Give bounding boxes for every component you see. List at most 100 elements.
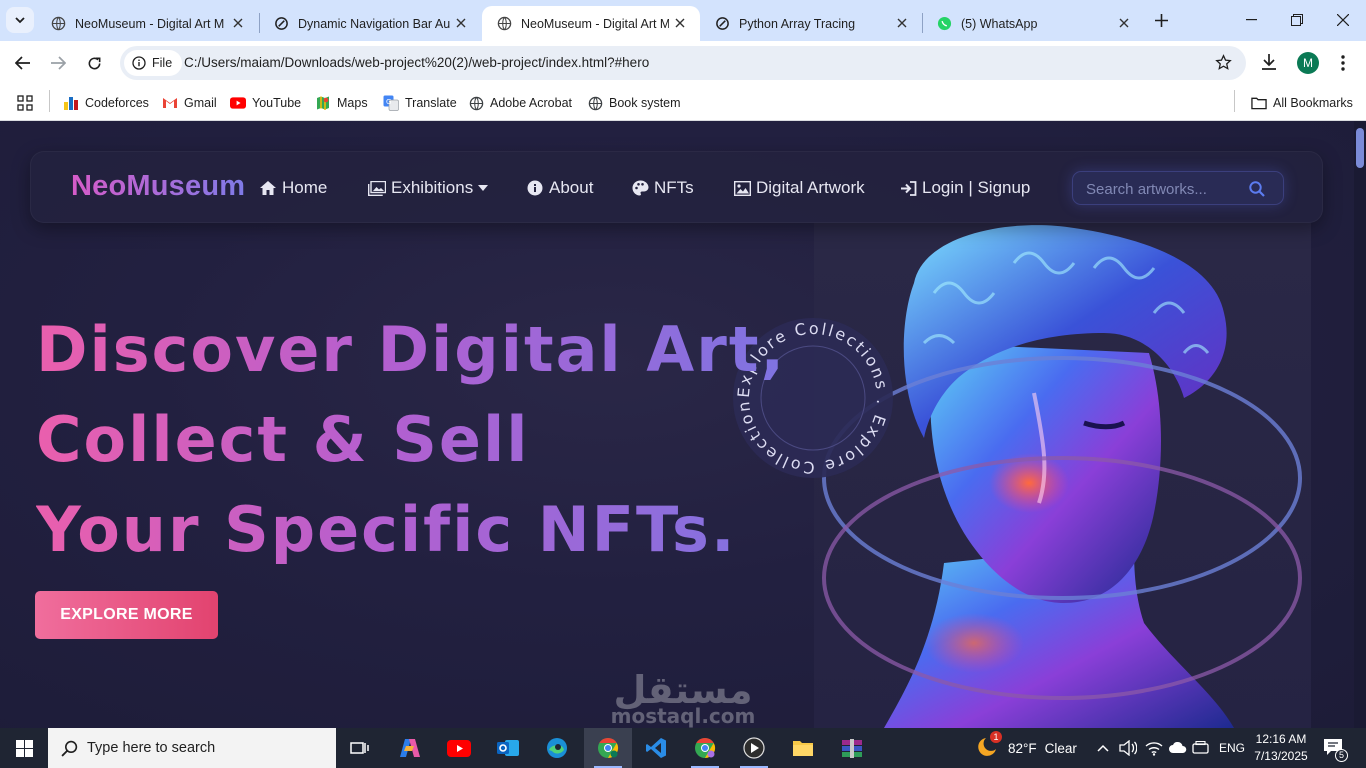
winrar-app[interactable] xyxy=(828,728,876,768)
show-hidden-icons-button[interactable] xyxy=(1097,728,1109,768)
weather-moon-icon: 1 xyxy=(974,731,1002,760)
taskbar-search-placeholder: Type here to search xyxy=(87,740,216,756)
nav-digital-artwork[interactable]: Digital Artwork xyxy=(733,178,865,198)
nav-login-signup[interactable]: Login | Signup xyxy=(899,178,1030,198)
language-indicator[interactable]: ENG xyxy=(1219,728,1245,768)
tab-neomuseum-active[interactable]: NeoMuseum - Digital Art M xyxy=(482,6,700,41)
tab-neomuseum-1[interactable]: NeoMuseum - Digital Art M xyxy=(36,6,258,41)
chevron-up-icon xyxy=(1097,744,1109,752)
bookmark-youtube[interactable]: YouTube xyxy=(230,93,301,113)
play-icon xyxy=(743,737,765,759)
bookmark-book-system[interactable]: Book system xyxy=(587,93,681,113)
reload-button[interactable] xyxy=(80,49,108,77)
restore-button[interactable] xyxy=(1274,4,1320,36)
codeforces-icon xyxy=(63,95,79,111)
bookmark-maps[interactable]: Maps xyxy=(315,93,368,113)
back-button[interactable] xyxy=(8,49,36,77)
youtube-app[interactable] xyxy=(435,728,483,768)
profile-avatar[interactable]: M xyxy=(1297,52,1319,74)
search-icon[interactable] xyxy=(1249,181,1265,197)
new-tab-button[interactable] xyxy=(1149,8,1173,32)
close-icon[interactable] xyxy=(1116,15,1132,31)
device-button[interactable] xyxy=(1192,728,1209,768)
nav-label: NFTs xyxy=(654,178,694,197)
chrome-profile-app[interactable] xyxy=(681,728,729,768)
tab-dynamic-navigation[interactable]: Dynamic Navigation Bar Aut xyxy=(259,6,481,41)
artwork-search[interactable] xyxy=(1072,171,1284,205)
media-player-app[interactable] xyxy=(730,728,778,768)
network-button[interactable] xyxy=(1145,728,1163,768)
bookmark-gmail[interactable]: Gmail xyxy=(162,93,217,113)
minimize-icon xyxy=(1245,19,1257,21)
search-input[interactable] xyxy=(1086,178,1246,200)
notifications-button[interactable]: 5 xyxy=(1323,728,1348,768)
notification-count: 5 xyxy=(1335,749,1348,762)
globe-icon xyxy=(587,95,603,111)
scrollbar-thumb[interactable] xyxy=(1356,128,1364,168)
apps-button[interactable] xyxy=(17,93,33,113)
tab-search-button[interactable] xyxy=(6,7,34,33)
close-icon[interactable] xyxy=(894,15,910,31)
tab-title: NeoMuseum - Digital Art M xyxy=(521,16,669,31)
outlook-icon xyxy=(497,740,519,756)
minimize-button[interactable] xyxy=(1228,4,1274,36)
site-logo[interactable]: NeoMuseum xyxy=(71,170,245,203)
page-scrollbar[interactable] xyxy=(1354,121,1366,728)
tab-python-array-tracing[interactable]: Python Array Tracing xyxy=(700,6,922,41)
explore-more-button[interactable]: EXPLORE MORE xyxy=(35,591,218,639)
nav-label: Login | Signup xyxy=(922,178,1031,197)
start-button[interactable] xyxy=(0,728,48,768)
chrome-app[interactable] xyxy=(584,728,632,768)
tab-strip: NeoMuseum - Digital Art M Dynamic Naviga… xyxy=(0,0,1366,41)
onedrive-button[interactable] xyxy=(1168,728,1187,768)
nav-exhibitions[interactable]: Exhibitions xyxy=(368,178,489,198)
all-bookmarks-button[interactable]: All Bookmarks xyxy=(1251,93,1353,113)
nav-home[interactable]: Home xyxy=(259,178,327,198)
windows-taskbar: Type here to search 1 82°F Clear ENG 12:… xyxy=(0,728,1366,768)
usb-drive-icon xyxy=(1192,741,1209,754)
globe-icon xyxy=(50,16,66,32)
home-icon xyxy=(259,180,277,196)
edge-app[interactable] xyxy=(533,728,581,768)
chrome-icon xyxy=(598,737,619,759)
close-window-button[interactable] xyxy=(1320,4,1366,36)
openai-icon xyxy=(714,16,730,32)
globe-icon xyxy=(468,95,484,111)
nav-about[interactable]: About xyxy=(526,178,593,198)
page-viewport: Explore Collections . Explore Collection… xyxy=(0,121,1354,728)
close-icon[interactable] xyxy=(453,15,469,31)
palette-icon xyxy=(631,180,649,196)
more-menu-icon[interactable] xyxy=(1336,53,1350,73)
task-view-button[interactable] xyxy=(336,728,384,768)
weather-widget[interactable]: 1 82°F Clear xyxy=(974,728,1077,768)
hero-line-2: Collect & Sell xyxy=(36,403,530,476)
close-icon[interactable] xyxy=(672,15,688,31)
nav-label: Home xyxy=(282,178,328,197)
outlook-app[interactable] xyxy=(484,728,532,768)
taskbar-search[interactable]: Type here to search xyxy=(48,728,336,768)
nav-label: Digital Artwork xyxy=(756,178,865,197)
taskbar-clock[interactable]: 12:16 AM 7/13/2025 xyxy=(1253,731,1309,765)
file-explorer-app[interactable] xyxy=(779,728,827,768)
download-icon[interactable] xyxy=(1260,53,1278,71)
close-icon[interactable] xyxy=(230,15,246,31)
nav-nfts[interactable]: NFTs xyxy=(631,178,694,198)
tab-whatsapp[interactable]: (5) WhatsApp xyxy=(922,6,1144,41)
bookmark-star-icon[interactable] xyxy=(1215,54,1232,71)
tab-title: NeoMuseum - Digital Art M xyxy=(75,16,225,31)
tab-title: Dynamic Navigation Bar Aut xyxy=(298,16,450,31)
restore-icon xyxy=(1291,14,1303,26)
address-bar[interactable]: File C:/Users/maiam/Downloads/web-projec… xyxy=(120,46,1246,80)
volume-button[interactable] xyxy=(1119,728,1137,768)
youtube-icon xyxy=(447,739,471,757)
site-info-chip[interactable]: File xyxy=(124,50,183,76)
bookmark-label: Maps xyxy=(337,96,368,110)
bookmark-adobe-acrobat[interactable]: Adobe Acrobat xyxy=(468,93,572,113)
copilot-app[interactable] xyxy=(386,728,434,768)
bookmark-codeforces[interactable]: Codeforces xyxy=(63,93,149,113)
vscode-app[interactable] xyxy=(632,728,680,768)
url-text[interactable]: C:/Users/maiam/Downloads/web-project%20(… xyxy=(184,55,649,70)
forward-button[interactable] xyxy=(44,49,72,77)
bookmark-label: Translate xyxy=(405,96,457,110)
bookmark-translate[interactable]: G Translate xyxy=(383,93,457,113)
